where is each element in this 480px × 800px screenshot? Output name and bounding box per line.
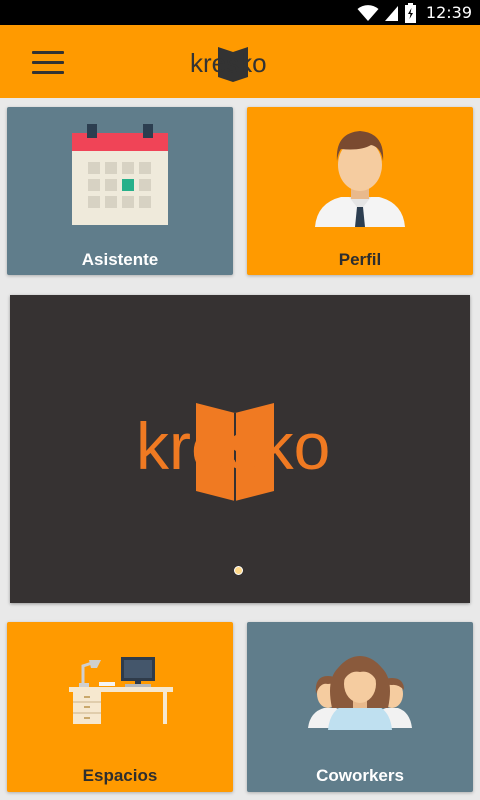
- wifi-icon: [357, 4, 379, 21]
- carousel-page-indicator[interactable]: [234, 566, 243, 575]
- tile-perfil[interactable]: Perfil: [247, 107, 473, 275]
- tile-asistente-label: Asistente: [81, 250, 159, 269]
- banner-carousel[interactable]: kresko: [10, 295, 470, 603]
- hamburger-menu-icon-bar: [32, 61, 64, 64]
- tile-coworkers-label: Coworkers: [316, 766, 404, 785]
- status-icons: 12:39: [357, 0, 472, 25]
- tile-perfil-label: Perfil: [338, 250, 382, 269]
- app-logo: kresko: [189, 38, 293, 86]
- signal-icon: [384, 5, 398, 21]
- battery-icon: [404, 2, 416, 23]
- status-bar: 12:39: [0, 0, 480, 25]
- tile-asistente[interactable]: Asistente: [7, 107, 233, 275]
- hamburger-menu-icon: [32, 51, 64, 54]
- kresko-logo-icon: kresko: [190, 47, 267, 82]
- group-people-icon: [308, 656, 412, 730]
- calendar-icon: [72, 124, 168, 225]
- hamburger-menu-icon-bar: [32, 71, 64, 74]
- app-bar: kresko: [0, 25, 480, 98]
- banner-logo-text: kresko: [136, 409, 330, 483]
- desk-workspace-icon: [69, 657, 173, 724]
- tile-coworkers[interactable]: Coworkers: [247, 622, 473, 792]
- kresko-banner-logo: kresko: [136, 403, 330, 501]
- status-time: 12:39: [425, 3, 472, 22]
- profile-person-icon: [315, 131, 405, 227]
- tile-espacios[interactable]: Espacios: [7, 622, 233, 792]
- tile-espacios-label: Espacios: [82, 766, 158, 785]
- menu-button[interactable]: [22, 41, 72, 83]
- app-logo-text: kresko: [190, 48, 267, 78]
